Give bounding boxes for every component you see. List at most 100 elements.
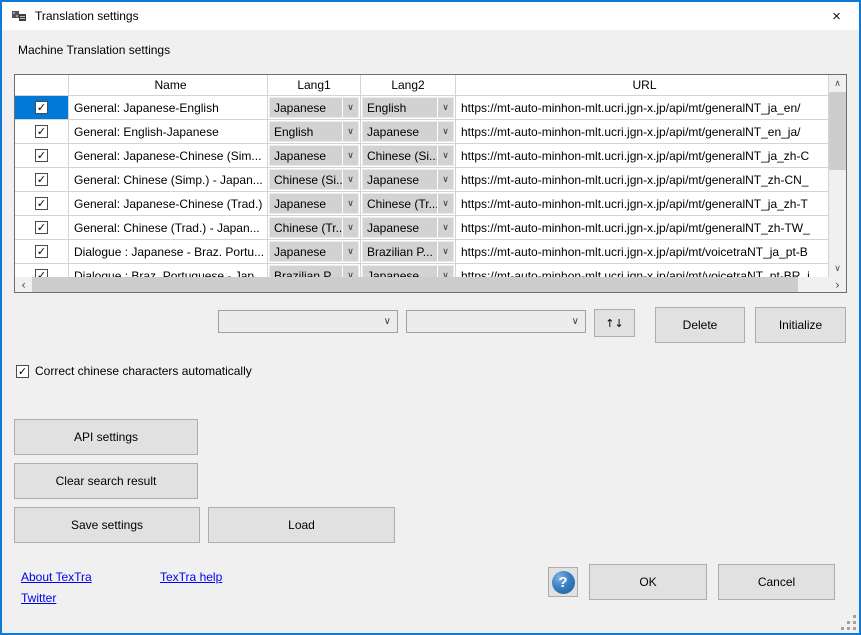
row-url-cell[interactable]: https://mt-auto-minhon-mlt.ucri.jgn-x.jp…: [456, 240, 829, 264]
header-url[interactable]: URL: [456, 75, 829, 96]
table-columns: Name Lang1 Lang2 URL ✓ General: Japanese…: [15, 75, 829, 277]
row-checkbox-cell[interactable]: ✓: [15, 240, 69, 264]
row-lang2-dropdown[interactable]: Japanese∨: [361, 120, 456, 144]
title-bar: Translation settings ×: [2, 2, 859, 30]
row-lang1-dropdown[interactable]: Japanese∨: [268, 144, 361, 168]
chevron-down-icon: ∨: [437, 122, 453, 141]
table-row: ✓ General: Japanese-Chinese (Trad.) Japa…: [15, 192, 829, 216]
delete-button[interactable]: Delete: [655, 307, 745, 343]
row-lang2-dropdown[interactable]: Chinese (Tr...∨: [361, 192, 456, 216]
section-label: Machine Translation settings: [18, 43, 170, 57]
row-name-cell[interactable]: Dialogue : Japanese - Braz. Portu...: [69, 240, 268, 264]
row-lang2-dropdown[interactable]: English∨: [361, 96, 456, 120]
swap-order-button[interactable]: ↑↓: [594, 309, 635, 337]
header-lang2[interactable]: Lang2: [361, 75, 456, 96]
scroll-up-icon[interactable]: ∧: [829, 75, 846, 92]
row-lang1-dropdown[interactable]: Brazilian P...∨: [268, 264, 361, 277]
vertical-scrollbar[interactable]: ∧ ∨: [829, 75, 846, 277]
row-url-cell[interactable]: https://mt-auto-minhon-mlt.ucri.jgn-x.jp…: [456, 264, 829, 277]
table-header-row: Name Lang1 Lang2 URL: [15, 75, 829, 96]
row-name-cell[interactable]: General: English-Japanese: [69, 120, 268, 144]
row-lang2-dropdown[interactable]: Japanese∨: [361, 168, 456, 192]
scroll-left-icon[interactable]: ‹: [15, 277, 32, 292]
row-lang1-dropdown[interactable]: Japanese∨: [268, 96, 361, 120]
chevron-down-icon: ∨: [342, 266, 358, 277]
row-lang1-dropdown[interactable]: Chinese (Si...∨: [268, 168, 361, 192]
clear-search-result-button[interactable]: Clear search result: [14, 463, 198, 499]
chevron-down-icon: ∨: [437, 170, 453, 189]
row-lang1-dropdown[interactable]: Japanese∨: [268, 192, 361, 216]
chevron-down-icon: ∨: [342, 98, 358, 117]
row-checkbox-cell[interactable]: ✓: [15, 216, 69, 240]
checkbox-checked-icon: ✓: [35, 221, 48, 234]
twitter-link[interactable]: Twitter: [21, 591, 56, 605]
load-button[interactable]: Load: [208, 507, 395, 543]
checkbox-checked-icon: ✓: [35, 149, 48, 162]
row-checkbox-cell[interactable]: ✓: [15, 120, 69, 144]
row-url-cell[interactable]: https://mt-auto-minhon-mlt.ucri.jgn-x.jp…: [456, 96, 829, 120]
row-checkbox-cell[interactable]: ✓: [15, 264, 69, 277]
row-lang2-dropdown[interactable]: Japanese∨: [361, 264, 456, 277]
row-lang2-dropdown[interactable]: Japanese∨: [361, 216, 456, 240]
app-icon: [11, 8, 27, 24]
row-lang1-dropdown[interactable]: Chinese (Tr...∨: [268, 216, 361, 240]
checkbox-checked-icon: ✓: [35, 197, 48, 210]
textra-help-link[interactable]: TexTra help: [160, 570, 222, 584]
table-row: ✓ Dialogue : Braz. Portuguese - Jap... B…: [15, 264, 829, 277]
row-checkbox-cell[interactable]: ✓: [15, 168, 69, 192]
horizontal-scrollbar-thumb[interactable]: [32, 277, 798, 292]
header-lang1[interactable]: Lang1: [268, 75, 361, 96]
correct-chinese-option[interactable]: ✓ Correct chinese characters automatical…: [16, 364, 252, 378]
row-name-cell[interactable]: Dialogue : Braz. Portuguese - Jap...: [69, 264, 268, 277]
row-url-cell[interactable]: https://mt-auto-minhon-mlt.ucri.jgn-x.jp…: [456, 144, 829, 168]
up-down-arrows-icon: ↑↓: [605, 317, 623, 330]
row-lang1-dropdown[interactable]: Japanese∨: [268, 240, 361, 264]
resize-grip[interactable]: [841, 615, 856, 630]
row-url-cell[interactable]: https://mt-auto-minhon-mlt.ucri.jgn-x.jp…: [456, 192, 829, 216]
chevron-down-icon: ∨: [437, 98, 453, 117]
header-name[interactable]: Name: [69, 75, 268, 96]
save-settings-button[interactable]: Save settings: [14, 507, 200, 543]
lang1-select-combo[interactable]: ∨: [218, 310, 398, 333]
row-url-cell[interactable]: https://mt-auto-minhon-mlt.ucri.jgn-x.jp…: [456, 216, 829, 240]
help-button[interactable]: ?: [548, 567, 578, 597]
chevron-down-icon: ∨: [342, 170, 358, 189]
checkbox-checked-icon[interactable]: ✓: [16, 365, 29, 378]
row-checkbox-cell[interactable]: ✓: [15, 96, 69, 120]
row-checkbox-cell[interactable]: ✓: [15, 144, 69, 168]
chevron-down-icon: ∨: [437, 194, 453, 213]
table-row: ✓ General: English-Japanese English∨ Jap…: [15, 120, 829, 144]
chevron-down-icon: ∨: [342, 146, 358, 165]
scroll-down-icon[interactable]: ∨: [829, 260, 846, 277]
chevron-down-icon: ∨: [437, 266, 453, 277]
row-name-cell[interactable]: General: Chinese (Trad.) - Japan...: [69, 216, 268, 240]
close-icon[interactable]: ×: [814, 2, 859, 30]
scroll-right-icon[interactable]: ›: [829, 277, 846, 292]
row-name-cell[interactable]: General: Japanese-Chinese (Sim...: [69, 144, 268, 168]
ok-button[interactable]: OK: [589, 564, 707, 600]
api-settings-button[interactable]: API settings: [14, 419, 198, 455]
table-row: ✓ General: Japanese-Chinese (Sim... Japa…: [15, 144, 829, 168]
horizontal-scrollbar[interactable]: ‹ ›: [15, 277, 846, 292]
row-lang2-dropdown[interactable]: Chinese (Si...∨: [361, 144, 456, 168]
row-name-cell[interactable]: General: Japanese-Chinese (Trad.): [69, 192, 268, 216]
row-lang2-dropdown[interactable]: Brazilian P...∨: [361, 240, 456, 264]
row-url-cell[interactable]: https://mt-auto-minhon-mlt.ucri.jgn-x.jp…: [456, 168, 829, 192]
table-row: ✓ General: Japanese-English Japanese∨ En…: [15, 96, 829, 120]
row-name-cell[interactable]: General: Japanese-English: [69, 96, 268, 120]
initialize-button[interactable]: Initialize: [755, 307, 846, 343]
row-url-cell[interactable]: https://mt-auto-minhon-mlt.ucri.jgn-x.jp…: [456, 120, 829, 144]
chevron-down-icon: ∨: [342, 194, 358, 213]
about-textra-link[interactable]: About TexTra: [21, 570, 92, 584]
translation-settings-dialog: Translation settings × Machine Translati…: [0, 0, 861, 635]
cancel-button[interactable]: Cancel: [718, 564, 835, 600]
vertical-scrollbar-thumb[interactable]: [829, 92, 846, 170]
table-row: ✓ General: Chinese (Simp.) - Japan... Ch…: [15, 168, 829, 192]
chevron-down-icon: ∨: [384, 316, 391, 327]
row-name-cell[interactable]: General: Chinese (Simp.) - Japan...: [69, 168, 268, 192]
checkbox-checked-icon: ✓: [35, 269, 48, 277]
lang2-select-combo[interactable]: ∨: [406, 310, 586, 333]
translation-table: Name Lang1 Lang2 URL ✓ General: Japanese…: [14, 74, 847, 293]
row-checkbox-cell[interactable]: ✓: [15, 192, 69, 216]
row-lang1-dropdown[interactable]: English∨: [268, 120, 361, 144]
